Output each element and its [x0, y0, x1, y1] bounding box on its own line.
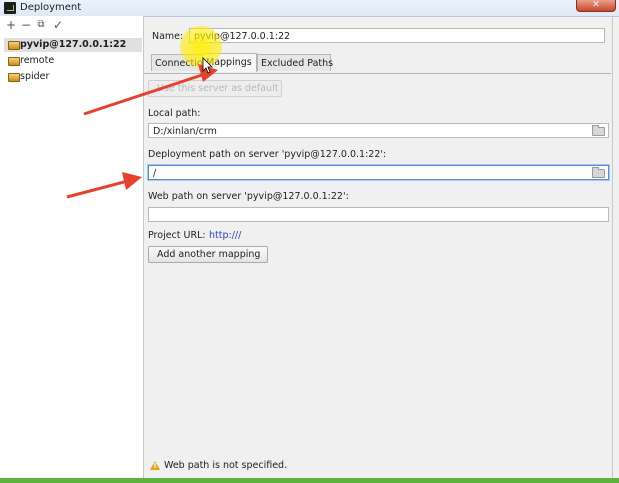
arrow-to-deployment-path: [66, 172, 142, 199]
arrow-to-mappings-tab: [83, 64, 218, 116]
annotation-arrows: [66, 57, 218, 199]
